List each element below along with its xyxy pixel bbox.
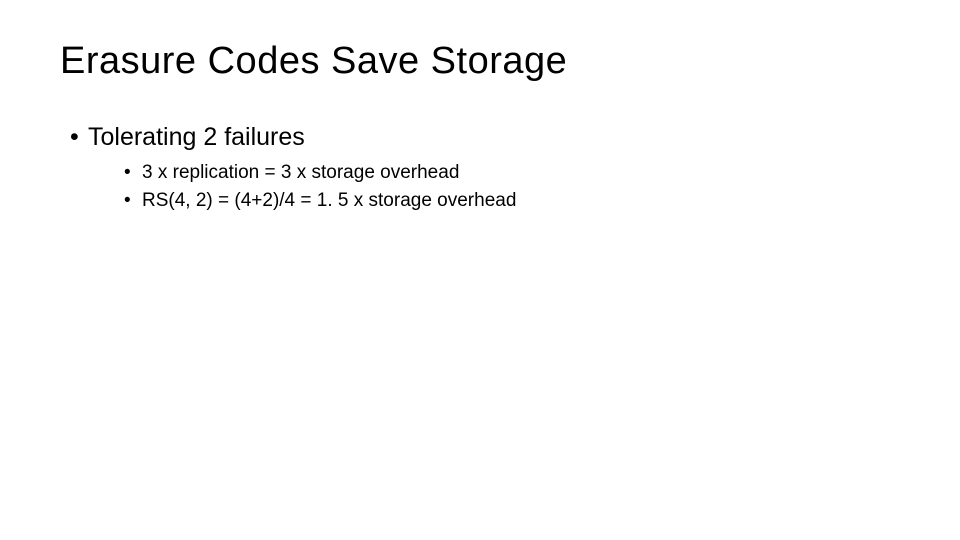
bullet-level2-item: RS(4, 2) = (4+2)/4 = 1. 5 x storage over… xyxy=(124,190,900,212)
sub-bullet-text: 3 x replication = 3 x storage overhead xyxy=(142,162,459,183)
bullet-text: Tolerating 2 failures xyxy=(88,123,305,151)
sub-bullet-text: RS(4, 2) = (4+2)/4 = 1. 5 x storage over… xyxy=(142,190,516,211)
sub-bullet-list: 3 x replication = 3 x storage overhead R… xyxy=(88,162,900,212)
bullet-list: Tolerating 2 failures 3 x replication = … xyxy=(60,123,900,212)
bullet-level1-item: Tolerating 2 failures 3 x replication = … xyxy=(70,123,900,212)
bullet-level2-item: 3 x replication = 3 x storage overhead xyxy=(124,162,900,184)
slide-title: Erasure Codes Save Storage xyxy=(60,40,900,83)
